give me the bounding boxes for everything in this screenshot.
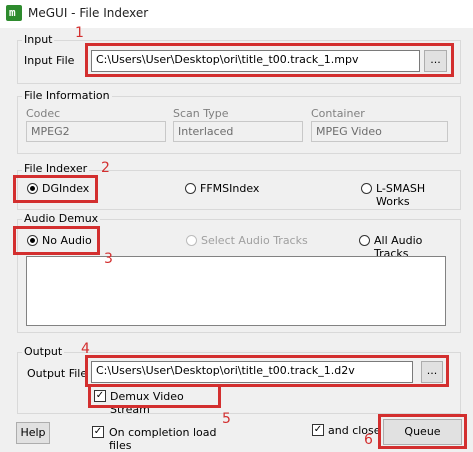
codec-label: Codec bbox=[26, 107, 61, 120]
audio-tracks-list[interactable] bbox=[26, 256, 446, 326]
highlight-indexer bbox=[13, 175, 98, 203]
megui-app-icon: m bbox=[6, 5, 22, 21]
highlight-output bbox=[85, 355, 449, 387]
file-information-label: File Information bbox=[22, 89, 112, 102]
audio-option-all[interactable]: All Audio Tracks bbox=[358, 233, 460, 260]
container-label: Container bbox=[311, 107, 365, 120]
on-completion-checkbox[interactable]: ✓ bbox=[92, 426, 104, 438]
annotation-4: 4 bbox=[81, 341, 90, 357]
annotation-6: 6 bbox=[364, 432, 373, 448]
input-group-label: Input bbox=[22, 33, 55, 46]
scan-type-label: Scan Type bbox=[173, 107, 229, 120]
ffmsindex-label: FFMSIndex bbox=[200, 182, 260, 195]
window-title: MeGUI - File Indexer bbox=[28, 6, 149, 20]
annotation-5: 5 bbox=[222, 411, 231, 427]
radio-all-audio[interactable] bbox=[359, 235, 370, 246]
annotation-2: 2 bbox=[101, 160, 110, 176]
codec-field: MPEG2 bbox=[26, 121, 166, 142]
annotation-1: 1 bbox=[75, 25, 84, 41]
file-indexer-label: File Indexer bbox=[22, 162, 90, 175]
radio-ffmsindex[interactable] bbox=[185, 183, 196, 194]
lsmash-label: L-SMASH Works bbox=[376, 182, 426, 208]
output-group-label: Output bbox=[22, 345, 65, 358]
on-completion-option[interactable]: ✓ On completion load files bbox=[92, 426, 242, 452]
highlight-queue bbox=[378, 414, 467, 449]
input-file-label: Input File bbox=[24, 54, 75, 67]
radio-select-audio[interactable] bbox=[186, 235, 197, 246]
indexer-option-ffmsindex[interactable]: FFMSIndex bbox=[184, 181, 274, 197]
highlight-audio bbox=[13, 226, 100, 255]
radio-lsmash[interactable] bbox=[361, 183, 372, 194]
indexer-option-lsmash[interactable]: L-SMASH Works bbox=[360, 181, 460, 208]
annotation-3: 3 bbox=[104, 251, 113, 267]
audio-demux-label: Audio Demux bbox=[22, 212, 101, 225]
audio-option-select[interactable]: Select Audio Tracks bbox=[185, 233, 325, 249]
output-file-label: Output File bbox=[27, 367, 88, 380]
scan-type-field: Interlaced bbox=[173, 121, 303, 142]
container-field: MPEG Video bbox=[311, 121, 448, 142]
highlight-demux-video bbox=[88, 384, 221, 408]
and-close-checkbox[interactable]: ✓ bbox=[312, 424, 324, 436]
on-completion-label: On completion load files bbox=[109, 426, 217, 452]
highlight-input bbox=[85, 43, 454, 77]
title-bar: m MeGUI - File Indexer bbox=[0, 0, 473, 28]
select-audio-label: Select Audio Tracks bbox=[201, 234, 308, 247]
help-button[interactable]: Help bbox=[16, 422, 50, 444]
